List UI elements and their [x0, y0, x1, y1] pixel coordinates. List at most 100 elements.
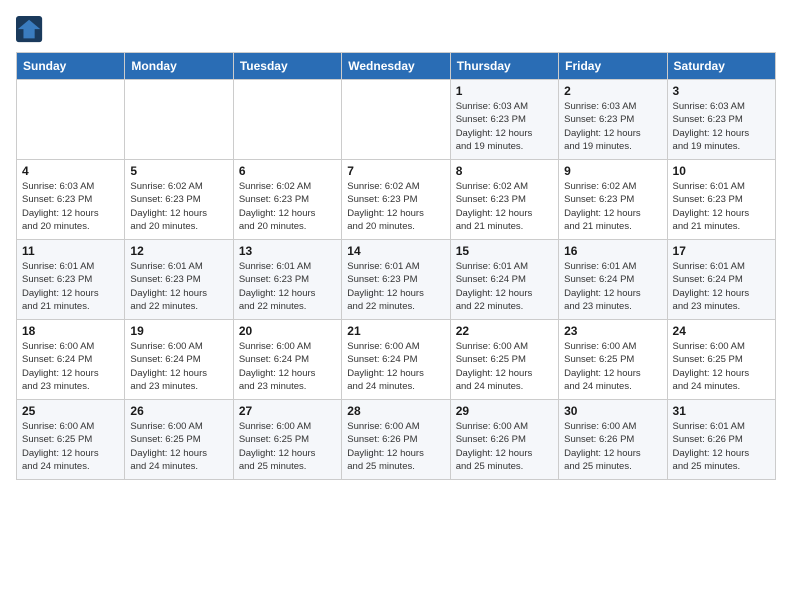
calendar-cell: 8Sunrise: 6:02 AM Sunset: 6:23 PM Daylig…: [450, 160, 558, 240]
day-info: Sunrise: 6:00 AM Sunset: 6:24 PM Dayligh…: [22, 340, 119, 393]
calendar-cell: 31 Sunrise: 6:01 AM Sunset: 6:26 PM Dayli…: [667, 400, 775, 480]
logo: [16, 16, 48, 44]
day-info: Sunrise: 6:00 AM Sunset: 6:26 PM Dayligh…: [564, 420, 661, 473]
day-number: 9: [564, 164, 661, 178]
day-number: 1: [456, 84, 553, 98]
day-info: Sunrise: 6:00 AM Sunset: 6:25 PM Dayligh…: [456, 340, 553, 393]
calendar-cell: 13 Sunrise: 6:01 AM Sunset: 6:23 PM Dayli…: [233, 240, 341, 320]
day-info: Sunrise: 6:01 AM Sunset: 6:24 PM Dayligh…: [456, 260, 553, 313]
calendar-cell: 24Sunrise: 6:00 AM Sunset: 6:25 PM Dayli…: [667, 320, 775, 400]
day-number: 5: [130, 164, 227, 178]
day-info: Sunrise: 6:01 AM Sunset: 6:24 PM Dayligh…: [564, 260, 661, 313]
day-number: 21: [347, 324, 444, 338]
day-info: Sunrise: 6:03 AM Sunset: 6:23 PM Dayligh…: [564, 100, 661, 153]
day-number: 23: [564, 324, 661, 338]
calendar-cell: 2 Sunrise: 6:03 AM Sunset: 6:23 PM Daylig…: [559, 80, 667, 160]
calendar-cell: [125, 80, 233, 160]
day-number: 27: [239, 404, 336, 418]
day-number: 19: [130, 324, 227, 338]
day-number: 7: [347, 164, 444, 178]
day-info: Sunrise: 6:00 AM Sunset: 6:24 PM Dayligh…: [347, 340, 444, 393]
col-header-saturday: Saturday: [667, 53, 775, 80]
day-info: Sunrise: 6:00 AM Sunset: 6:25 PM Dayligh…: [130, 420, 227, 473]
day-number: 20: [239, 324, 336, 338]
calendar-cell: 3Sunrise: 6:03 AM Sunset: 6:23 PM Daylig…: [667, 80, 775, 160]
day-info: Sunrise: 6:01 AM Sunset: 6:23 PM Dayligh…: [239, 260, 336, 313]
calendar-header-row: SundayMondayTuesdayWednesdayThursdayFrid…: [17, 53, 776, 80]
day-number: 24: [673, 324, 770, 338]
day-number: 31: [673, 404, 770, 418]
col-header-thursday: Thursday: [450, 53, 558, 80]
calendar-cell: 15 Sunrise: 6:01 AM Sunset: 6:24 PM Dayli…: [450, 240, 558, 320]
day-info: Sunrise: 6:02 AM Sunset: 6:23 PM Dayligh…: [239, 180, 336, 233]
calendar-cell: 4 Sunrise: 6:03 AM Sunset: 6:23 PM Daylig…: [17, 160, 125, 240]
day-info: Sunrise: 6:03 AM Sunset: 6:23 PM Dayligh…: [673, 100, 770, 153]
day-info: Sunrise: 6:00 AM Sunset: 6:25 PM Dayligh…: [239, 420, 336, 473]
day-number: 2: [564, 84, 661, 98]
calendar-cell: 16 Sunrise: 6:01 AM Sunset: 6:24 PM Dayli…: [559, 240, 667, 320]
calendar-cell: 19 Sunrise: 6:00 AM Sunset: 6:24 PM Dayli…: [125, 320, 233, 400]
calendar-cell: 12 Sunrise: 6:01 AM Sunset: 6:23 PM Dayli…: [125, 240, 233, 320]
day-number: 6: [239, 164, 336, 178]
day-info: Sunrise: 6:03 AM Sunset: 6:23 PM Dayligh…: [456, 100, 553, 153]
day-info: Sunrise: 6:03 AM Sunset: 6:23 PM Dayligh…: [22, 180, 119, 233]
day-number: 26: [130, 404, 227, 418]
calendar-cell: 29Sunrise: 6:00 AM Sunset: 6:26 PM Dayli…: [450, 400, 558, 480]
col-header-tuesday: Tuesday: [233, 53, 341, 80]
day-number: 4: [22, 164, 119, 178]
calendar-cell: 28Sunrise: 6:00 AM Sunset: 6:26 PM Dayli…: [342, 400, 450, 480]
calendar-cell: 30 Sunrise: 6:00 AM Sunset: 6:26 PM Dayli…: [559, 400, 667, 480]
day-number: 18: [22, 324, 119, 338]
calendar-cell: 22Sunrise: 6:00 AM Sunset: 6:25 PM Dayli…: [450, 320, 558, 400]
calendar-week-row: 4 Sunrise: 6:03 AM Sunset: 6:23 PM Daylig…: [17, 160, 776, 240]
calendar-cell: 17Sunrise: 6:01 AM Sunset: 6:24 PM Dayli…: [667, 240, 775, 320]
day-info: Sunrise: 6:00 AM Sunset: 6:25 PM Dayligh…: [22, 420, 119, 473]
day-info: Sunrise: 6:02 AM Sunset: 6:23 PM Dayligh…: [130, 180, 227, 233]
calendar-cell: [233, 80, 341, 160]
day-number: 15: [456, 244, 553, 258]
day-info: Sunrise: 6:01 AM Sunset: 6:23 PM Dayligh…: [130, 260, 227, 313]
calendar-week-row: 1 Sunrise: 6:03 AM Sunset: 6:23 PM Daylig…: [17, 80, 776, 160]
day-number: 13: [239, 244, 336, 258]
col-header-wednesday: Wednesday: [342, 53, 450, 80]
day-info: Sunrise: 6:00 AM Sunset: 6:26 PM Dayligh…: [347, 420, 444, 473]
day-info: Sunrise: 6:02 AM Sunset: 6:23 PM Dayligh…: [564, 180, 661, 233]
calendar-table: SundayMondayTuesdayWednesdayThursdayFrid…: [16, 52, 776, 480]
calendar-cell: [342, 80, 450, 160]
calendar-cell: 6 Sunrise: 6:02 AM Sunset: 6:23 PM Daylig…: [233, 160, 341, 240]
page-header: [16, 16, 776, 44]
calendar-cell: 21 Sunrise: 6:00 AM Sunset: 6:24 PM Dayli…: [342, 320, 450, 400]
day-number: 29: [456, 404, 553, 418]
calendar-cell: 9 Sunrise: 6:02 AM Sunset: 6:23 PM Daylig…: [559, 160, 667, 240]
day-info: Sunrise: 6:01 AM Sunset: 6:23 PM Dayligh…: [347, 260, 444, 313]
col-header-sunday: Sunday: [17, 53, 125, 80]
col-header-friday: Friday: [559, 53, 667, 80]
day-info: Sunrise: 6:00 AM Sunset: 6:24 PM Dayligh…: [130, 340, 227, 393]
calendar-cell: 11Sunrise: 6:01 AM Sunset: 6:23 PM Dayli…: [17, 240, 125, 320]
col-header-monday: Monday: [125, 53, 233, 80]
day-info: Sunrise: 6:00 AM Sunset: 6:24 PM Dayligh…: [239, 340, 336, 393]
logo-icon: [16, 16, 44, 44]
day-info: Sunrise: 6:02 AM Sunset: 6:23 PM Dayligh…: [347, 180, 444, 233]
calendar-cell: 25 Sunrise: 6:00 AM Sunset: 6:25 PM Dayli…: [17, 400, 125, 480]
calendar-cell: 26 Sunrise: 6:00 AM Sunset: 6:25 PM Dayli…: [125, 400, 233, 480]
calendar-cell: 18 Sunrise: 6:00 AM Sunset: 6:24 PM Dayli…: [17, 320, 125, 400]
calendar-cell: 10Sunrise: 6:01 AM Sunset: 6:23 PM Dayli…: [667, 160, 775, 240]
day-number: 30: [564, 404, 661, 418]
day-info: Sunrise: 6:01 AM Sunset: 6:23 PM Dayligh…: [22, 260, 119, 313]
calendar-cell: 7 Sunrise: 6:02 AM Sunset: 6:23 PM Daylig…: [342, 160, 450, 240]
day-number: 16: [564, 244, 661, 258]
day-number: 12: [130, 244, 227, 258]
day-info: Sunrise: 6:02 AM Sunset: 6:23 PM Dayligh…: [456, 180, 553, 233]
calendar-cell: 27 Sunrise: 6:00 AM Sunset: 6:25 PM Dayli…: [233, 400, 341, 480]
calendar-cell: 14Sunrise: 6:01 AM Sunset: 6:23 PM Dayli…: [342, 240, 450, 320]
calendar-cell: 23Sunrise: 6:00 AM Sunset: 6:25 PM Dayli…: [559, 320, 667, 400]
calendar-cell: 5 Sunrise: 6:02 AM Sunset: 6:23 PM Daylig…: [125, 160, 233, 240]
calendar-cell: 20 Sunrise: 6:00 AM Sunset: 6:24 PM Dayli…: [233, 320, 341, 400]
day-info: Sunrise: 6:01 AM Sunset: 6:23 PM Dayligh…: [673, 180, 770, 233]
day-number: 25: [22, 404, 119, 418]
calendar-week-row: 11Sunrise: 6:01 AM Sunset: 6:23 PM Dayli…: [17, 240, 776, 320]
day-number: 17: [673, 244, 770, 258]
calendar-cell: 1 Sunrise: 6:03 AM Sunset: 6:23 PM Daylig…: [450, 80, 558, 160]
day-info: Sunrise: 6:01 AM Sunset: 6:26 PM Dayligh…: [673, 420, 770, 473]
